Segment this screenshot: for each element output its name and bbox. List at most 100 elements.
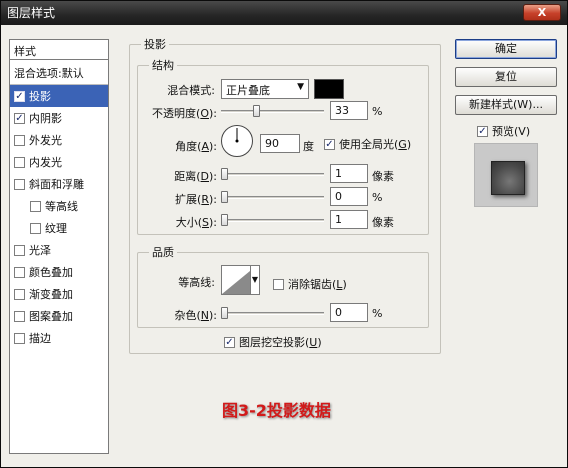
noise-unit: %: [372, 307, 383, 320]
global-light-label: 使用全局光(G): [339, 138, 412, 151]
style-item-label: 光泽: [29, 244, 51, 257]
angle-input[interactable]: 90: [260, 134, 300, 153]
knockout-checkbox[interactable]: ✓: [224, 336, 235, 348]
style-item[interactable]: 颜色叠加: [10, 261, 108, 283]
blend-mode-label: 混合模式:: [167, 84, 215, 97]
style-item-checkbox[interactable]: [14, 156, 25, 168]
opacity-slider[interactable]: [221, 105, 324, 117]
spread-label: 扩展(R):: [175, 193, 217, 206]
noise-slider[interactable]: [221, 307, 324, 319]
noise-label: 杂色(N):: [174, 309, 217, 322]
spread-input[interactable]: 0: [330, 187, 368, 206]
blend-mode-value: 正片叠底: [226, 84, 270, 97]
antialias-checkbox[interactable]: [273, 278, 284, 290]
spread-slider-thumb[interactable]: [221, 191, 228, 203]
opacity-input[interactable]: 33: [330, 101, 368, 120]
preview-checkbox[interactable]: ✓: [477, 125, 488, 137]
style-item-label: 颜色叠加: [29, 266, 73, 279]
chevron-down-icon: ▼: [297, 82, 304, 92]
style-item-label: 内阴影: [29, 112, 62, 125]
quality-title: 品质: [149, 244, 177, 260]
preview-swatch: [491, 161, 525, 195]
size-slider-thumb[interactable]: [221, 214, 228, 226]
style-item-label: 内发光: [29, 156, 62, 169]
style-item-label: 描边: [29, 332, 51, 345]
dialog-title: 图层样式: [7, 6, 56, 20]
style-item[interactable]: 光泽: [10, 239, 108, 261]
style-item[interactable]: ✓ 投影: [10, 85, 108, 107]
style-item-checkbox[interactable]: [30, 222, 41, 234]
drop-shadow-title: 投影: [141, 36, 169, 52]
structure-title: 结构: [149, 57, 177, 73]
antialias-option[interactable]: 消除锯齿(L): [273, 276, 347, 292]
close-icon: X: [537, 6, 547, 19]
global-light-checkbox[interactable]: ✓: [324, 138, 335, 150]
style-item-checkbox[interactable]: [14, 134, 25, 146]
shadow-color-swatch[interactable]: [314, 79, 344, 99]
spread-slider[interactable]: [221, 191, 324, 203]
new-style-button[interactable]: 新建样式(W)...: [455, 95, 557, 115]
angle-needle-icon: [235, 128, 239, 143]
style-item-checkbox[interactable]: [30, 200, 41, 212]
title-bar: 图层样式 X: [1, 1, 567, 25]
style-item[interactable]: 等高线: [10, 195, 108, 217]
style-item[interactable]: ✓ 内阴影: [10, 107, 108, 129]
style-item-label: 等高线: [45, 200, 78, 213]
knockout-option[interactable]: ✓ 图层挖空投影(U): [224, 334, 322, 350]
close-button[interactable]: X: [523, 4, 561, 21]
style-item[interactable]: 外发光: [10, 129, 108, 151]
style-item-checkbox[interactable]: [14, 288, 25, 300]
contour-label: 等高线:: [178, 276, 215, 289]
style-item[interactable]: 渐变叠加: [10, 283, 108, 305]
spread-unit: %: [372, 191, 383, 204]
opacity-label: 不透明度(O):: [152, 107, 217, 120]
noise-input[interactable]: 0: [330, 303, 368, 322]
style-item-label: 外发光: [29, 134, 62, 147]
distance-unit: 像素: [372, 170, 394, 183]
style-item[interactable]: 图案叠加: [10, 305, 108, 327]
layer-style-dialog: 图层样式 X 样式 混合选项:默认 ✓ 投影 ✓ 内阴影外发光内发光斜面和浮雕等高线纹…: [0, 0, 568, 468]
styles-header: 样式: [10, 40, 108, 60]
antialias-label: 消除锯齿(L): [288, 278, 347, 291]
chevron-down-icon: ▼: [251, 275, 259, 284]
style-item[interactable]: 斜面和浮雕: [10, 173, 108, 195]
ok-button[interactable]: 确定: [455, 39, 557, 59]
blend-mode-select[interactable]: 正片叠底 ▼: [221, 79, 309, 99]
preview-option[interactable]: ✓ 预览(V): [477, 123, 530, 139]
style-item-label: 投影: [29, 90, 51, 103]
style-item-checkbox[interactable]: [14, 266, 25, 278]
style-item[interactable]: 内发光: [10, 151, 108, 173]
knockout-label: 图层挖空投影(U): [239, 336, 322, 349]
style-item-checkbox[interactable]: [14, 244, 25, 256]
opacity-slider-thumb[interactable]: [253, 105, 260, 117]
style-item-checkbox[interactable]: ✓: [14, 112, 25, 124]
blend-options-item[interactable]: 混合选项:默认: [10, 60, 108, 85]
style-item-checkbox[interactable]: [14, 332, 25, 344]
contour-dropdown[interactable]: ▼: [250, 265, 260, 295]
noise-slider-thumb[interactable]: [221, 307, 228, 319]
distance-input[interactable]: 1: [330, 164, 368, 183]
styles-list: 样式 混合选项:默认 ✓ 投影 ✓ 内阴影外发光内发光斜面和浮雕等高线纹理光泽颜色叠加…: [9, 39, 109, 454]
preview-label: 预览(V): [492, 125, 531, 138]
style-item[interactable]: 描边: [10, 327, 108, 349]
style-item[interactable]: 纹理: [10, 217, 108, 239]
size-input[interactable]: 1: [330, 210, 368, 229]
style-item-label: 斜面和浮雕: [29, 178, 84, 191]
size-slider[interactable]: [221, 214, 324, 226]
reset-button[interactable]: 复位: [455, 67, 557, 87]
style-preview: [474, 143, 538, 207]
style-item-label: 纹理: [45, 222, 67, 235]
style-item-checkbox[interactable]: ✓: [14, 90, 25, 102]
angle-label: 角度(A):: [175, 140, 217, 153]
angle-dial[interactable]: [221, 125, 253, 157]
global-light-option[interactable]: ✓ 使用全局光(G): [324, 136, 411, 152]
size-label: 大小(S):: [175, 216, 217, 229]
style-item-checkbox[interactable]: [14, 178, 25, 190]
figure-caption: 图3-2投影数据: [222, 401, 331, 420]
style-item-label: 图案叠加: [29, 310, 73, 323]
distance-label: 距离(D):: [174, 170, 217, 183]
distance-slider-thumb[interactable]: [221, 168, 228, 180]
distance-slider[interactable]: [221, 168, 324, 180]
angle-unit: 度: [303, 140, 314, 153]
style-item-checkbox[interactable]: [14, 310, 25, 322]
